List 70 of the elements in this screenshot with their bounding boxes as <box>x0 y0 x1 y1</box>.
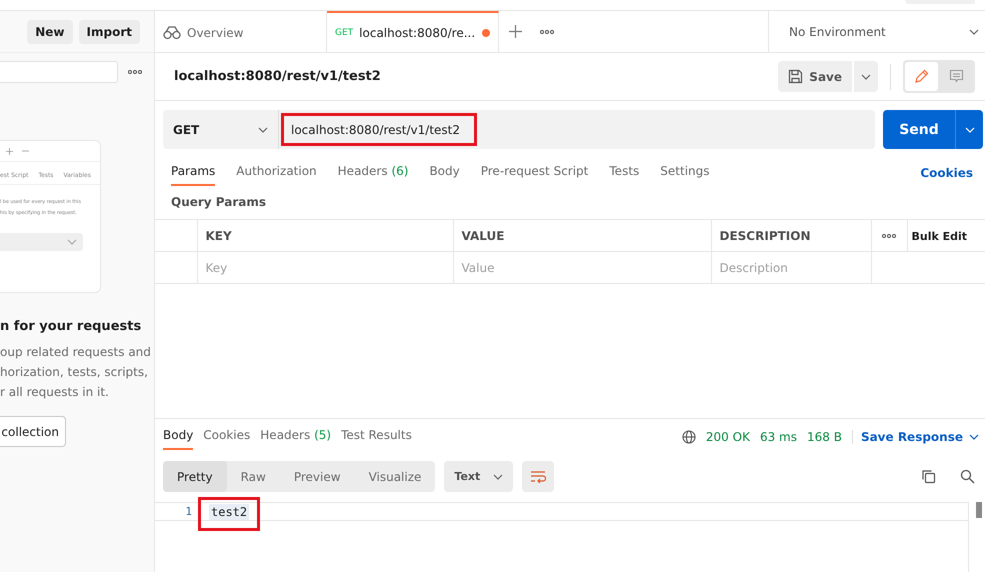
search-icon[interactable] <box>960 469 975 484</box>
more-icon[interactable] <box>540 30 554 34</box>
section-tab[interactable]: Pre-request Script <box>480 160 588 186</box>
chevron-down-icon <box>964 126 974 132</box>
section-tab[interactable]: Headers (5) <box>260 424 332 450</box>
globe-icon <box>682 430 696 444</box>
method-select[interactable]: GET <box>163 110 278 149</box>
code-text: test2 <box>209 504 250 520</box>
column-header: KEY <box>197 220 453 252</box>
section-tab[interactable]: Authorization <box>236 160 317 186</box>
section-tab[interactable]: Body <box>429 160 460 186</box>
view-tab[interactable]: Preview <box>280 461 355 492</box>
copy-icon[interactable] <box>921 469 936 484</box>
header-button[interactable]: New <box>27 20 73 44</box>
chevron-down-icon <box>493 474 504 480</box>
save-response-button[interactable]: Save Response <box>852 430 979 444</box>
plus-icon <box>6 148 13 154</box>
header-button[interactable]: Import <box>78 20 140 44</box>
empty-state-text: horization, tests, scripts, <box>0 364 149 381</box>
search-field[interactable] <box>0 61 118 83</box>
empty-state-text: r all requests in it. <box>0 384 110 401</box>
response-time: 63 ms <box>760 430 797 444</box>
environment-label: No Environment <box>789 24 886 38</box>
status-code: 200 OK <box>706 430 750 444</box>
section-tab[interactable]: Test Results <box>341 424 412 450</box>
environment-select[interactable]: No Environment <box>768 11 985 52</box>
wrap-button[interactable] <box>522 461 554 492</box>
cookies-link[interactable]: Cookies <box>920 166 973 180</box>
section-tab[interactable]: Params <box>171 160 216 186</box>
scrollbar-thumb[interactable] <box>976 502 982 518</box>
binoculars-icon <box>163 26 181 40</box>
section-tab[interactable]: Cookies <box>203 424 250 450</box>
view-tab[interactable]: Raw <box>226 461 280 492</box>
chevron-down-icon <box>258 126 268 132</box>
column-header: VALUE <box>453 220 711 252</box>
add-tab-icon[interactable] <box>509 25 522 38</box>
tab-title: Overview <box>187 26 244 40</box>
section-tab[interactable]: Body <box>163 424 194 450</box>
save-button[interactable]: Save <box>778 61 852 92</box>
empty-state-heading: n for your requests <box>0 319 142 334</box>
create-collection-button[interactable]: collection <box>0 416 66 447</box>
minus-icon <box>22 150 29 152</box>
section-tab[interactable]: Headers (6) <box>338 160 408 186</box>
method-label: GET <box>335 28 354 38</box>
chevron-down-icon <box>67 239 77 245</box>
line-number: 1 <box>184 505 193 518</box>
tab-title: localhost:8080/re... <box>359 26 476 40</box>
send-button[interactable]: Send <box>883 110 955 149</box>
view-tab[interactable]: Visualize <box>354 461 436 492</box>
request-name: localhost:8080/rest/v1/test2 <box>174 69 381 84</box>
response-size: 168 B <box>806 430 842 444</box>
view-tab[interactable]: Pretty <box>163 461 227 492</box>
more-icon[interactable] <box>128 70 142 74</box>
format-select[interactable]: Text <box>444 461 514 492</box>
section-title: Query Params <box>171 195 268 211</box>
section-tab[interactable]: Tests <box>609 160 640 186</box>
more-icon[interactable] <box>882 234 896 238</box>
section-tab[interactable]: Settings <box>660 160 710 186</box>
chevron-down-icon <box>969 28 979 34</box>
url-field[interactable]: localhost:8080/rest/v1/test2 <box>278 110 875 149</box>
chevron-down-icon <box>861 74 871 80</box>
column-header: DESCRIPTION <box>711 220 871 252</box>
chevron-down-icon <box>969 434 979 440</box>
edit-button[interactable] <box>905 62 938 91</box>
comment-icon <box>949 69 964 84</box>
empty-state-text: oup related requests and <box>0 344 152 361</box>
request-tab[interactable]: GET localhost:8080/re... <box>327 11 499 52</box>
unsaved-dot <box>482 28 490 36</box>
pencil-icon <box>914 69 929 84</box>
wrap-lines-icon <box>530 470 546 484</box>
